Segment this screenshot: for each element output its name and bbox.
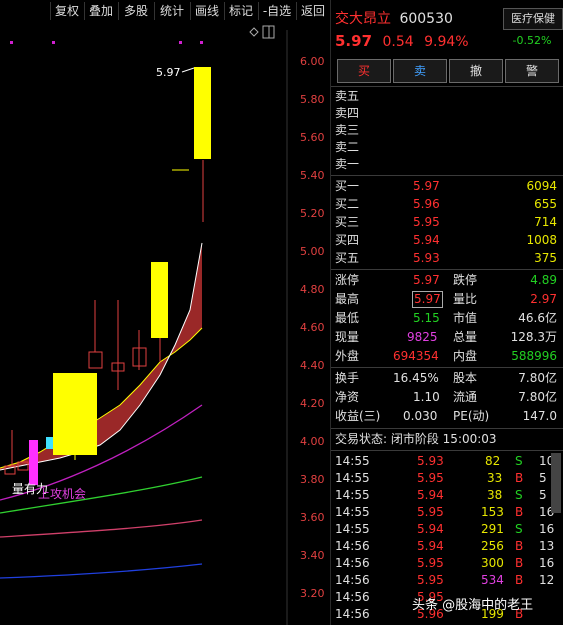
price-change: 0.54: [382, 34, 414, 50]
chart-toolbar: 复权 叠加 多股 统计 画线 标记 -自选 返回: [0, 0, 330, 22]
ma-line-pink: [0, 519, 203, 538]
tick-row: 14:55 5.94 38 S 5: [335, 488, 547, 502]
buy-level-5[interactable]: 买五 5.93 375: [331, 250, 563, 267]
stats-row-turnover: 换手 16.45% 股本 7.80亿: [335, 371, 557, 385]
toolbar-mark[interactable]: 标记: [224, 2, 257, 20]
sell-level-2: 卖二: [335, 140, 360, 154]
sell-level-4: 卖四: [335, 106, 360, 120]
toolbar-restore-rights[interactable]: 复权: [50, 2, 83, 20]
tick-row: 14:56 5.95 300 B 16: [335, 556, 555, 570]
signal-dot: [200, 41, 203, 44]
toolbar-draw-line[interactable]: 画线: [190, 2, 223, 20]
diamond-icon[interactable]: [249, 27, 259, 37]
candle-magenta: [29, 440, 38, 485]
alert-button[interactable]: 警: [505, 59, 559, 83]
y-tick: 6.00: [300, 55, 325, 68]
stats-row-net-assets: 净资 1.10 流通 7.80亿: [335, 390, 557, 404]
y-tick: 5.80: [300, 93, 325, 106]
sector-tag[interactable]: 医疗保健: [503, 8, 563, 30]
sector-change-pct: -0.52%: [512, 34, 552, 47]
buy-level-4[interactable]: 买四 5.94 1008: [331, 232, 563, 249]
buy-level-3[interactable]: 买三 5.95 714: [331, 214, 563, 231]
stats-row-earnings: 收益(三) 0.030 PE(动) 147.0: [335, 409, 557, 423]
y-tick: 5.40: [300, 169, 325, 182]
quote-panel: 交大昂立 600530 医疗保健 5.97 0.54 9.94% -0.52% …: [331, 0, 563, 625]
signal-dot: [179, 41, 182, 44]
candle-up: [151, 262, 168, 338]
stock-header: 交大昂立 600530: [335, 8, 453, 28]
signal-dot: [10, 41, 13, 44]
buy-level-2[interactable]: 买二 5.96 655: [331, 196, 563, 213]
buy-button[interactable]: 买: [337, 59, 391, 83]
scrollbar-thumb[interactable]: [551, 453, 561, 513]
toolbar-multi-stock[interactable]: 多股: [118, 2, 153, 20]
toolbar-back[interactable]: 返回: [296, 2, 329, 20]
y-tick: 4.20: [300, 397, 325, 410]
stock-name: 交大昂立: [335, 11, 391, 27]
candle: [88, 351, 103, 369]
tick-row: 14:55 5.95 33 B 5: [335, 471, 547, 485]
price-axis: 6.00 5.80 5.60 5.40 5.20 5.00 4.80 4.60 …: [300, 55, 325, 600]
tick-row: 14:56 5.94 256 B 13: [335, 539, 555, 553]
tick-row: 14:55 5.95 153 B 16: [335, 505, 555, 519]
trade-status: 交易状态: 闭市阶段 15:00:03: [335, 432, 497, 446]
kline-chart[interactable]: 5.97 量有力 上攻机会 6.00 5.80 5.60 5.40 5.20 5…: [0, 22, 330, 625]
y-tick: 3.60: [300, 511, 325, 524]
y-tick: 3.80: [300, 473, 325, 486]
price-summary: 5.97 0.54 9.94%: [335, 32, 469, 50]
signal-annotation: 上攻机会: [38, 487, 86, 501]
y-tick: 3.40: [300, 549, 325, 562]
current-price: 5.97: [335, 32, 373, 50]
y-tick: 5.20: [300, 207, 325, 220]
signal-dot: [52, 41, 55, 44]
tick-row: 14:55 5.94 291 S 16: [335, 522, 555, 536]
ma-line-blue: [0, 563, 203, 579]
stats-row-high: 最高 5.97 量比 2.97: [335, 291, 557, 308]
tick-row: 14:56 5.95 534 B 12: [335, 573, 555, 587]
sell-button[interactable]: 卖: [393, 59, 447, 83]
stock-code: 600530: [399, 11, 453, 27]
watermark-text: 头条 @股海中的老王: [412, 598, 534, 613]
sell-level-5: 卖五: [335, 89, 360, 103]
stats-row-limits: 涨停 5.97 跌停 4.89: [335, 273, 557, 287]
candle-up: [53, 373, 97, 455]
stats-row-outer-inner: 外盘 694354 内盘 588996: [335, 349, 557, 363]
y-tick: 5.60: [300, 131, 325, 144]
y-tick: 4.60: [300, 321, 325, 334]
toolbar-overlay[interactable]: 叠加: [84, 2, 117, 20]
y-tick: 5.00: [300, 245, 325, 258]
stats-row-low: 最低 5.15 市值 46.6亿: [335, 311, 557, 325]
y-tick: 4.80: [300, 283, 325, 296]
tick-row: 14:55 5.93 82 S 10: [335, 454, 555, 468]
price-change-pct: 9.94%: [424, 34, 469, 50]
candle-up-limit: [194, 67, 211, 159]
sell-level-1: 卖一: [335, 157, 360, 171]
stats-row-volume: 现量 9825 总量 128.3万: [335, 330, 557, 344]
cancel-button[interactable]: 撤: [449, 59, 503, 83]
y-tick: 4.00: [300, 435, 325, 448]
buy-level-1[interactable]: 买一 5.97 6094: [331, 178, 563, 195]
y-tick: 3.20: [300, 587, 325, 600]
y-tick: 4.40: [300, 359, 325, 372]
sell-level-3: 卖三: [335, 123, 360, 137]
trend-ribbon: [0, 243, 202, 470]
toolbar-watchlist[interactable]: -自选: [258, 2, 295, 20]
toolbar-statistics[interactable]: 统计: [154, 2, 189, 20]
high-price-label: 5.97: [156, 66, 181, 79]
